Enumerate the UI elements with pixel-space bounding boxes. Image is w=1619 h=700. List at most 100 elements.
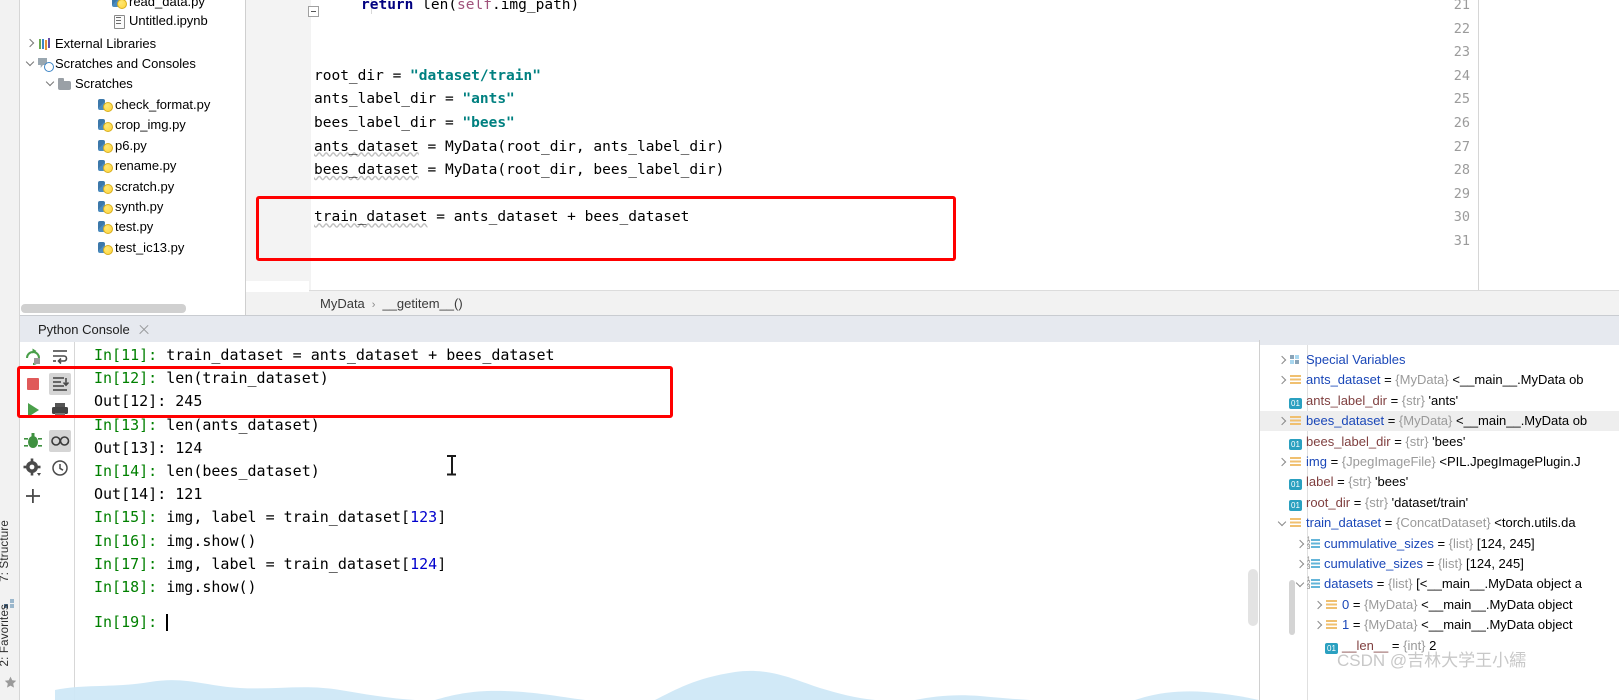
variable-row-ants-dataset[interactable]: ants_dataset = {MyData} <__main__.MyData… [1260, 370, 1619, 390]
variable-row-bees-label-dir[interactable]: 01 bees_label_dir = {str} 'bees' [1260, 432, 1619, 452]
line-number: 24 [1453, 67, 1470, 84]
code-line[interactable]: ants_dataset = MyData(root_dir, ants_lab… [314, 136, 724, 160]
console-line[interactable]: Out[14]: 121 [94, 483, 202, 506]
chevron-right-icon[interactable] [1312, 598, 1325, 611]
tree-item-untitled-ipynb[interactable]: Untitled.ipynb [100, 11, 208, 31]
code-line[interactable]: bees_dataset = MyData(root_dir, bees_lab… [314, 159, 724, 183]
scroll-to-end-icon[interactable] [49, 373, 71, 395]
console-line[interactable]: In[18]: img.show() [94, 576, 257, 599]
console-line[interactable]: In[17]: img, label = train_dataset[124] [94, 553, 446, 576]
tree-item-crop-img-py[interactable]: crop_img.py [86, 115, 186, 135]
chevron-right-icon[interactable] [1276, 455, 1289, 468]
project-tree-horizontal-scrollbar[interactable] [20, 303, 245, 314]
chevron-right-icon[interactable] [1276, 414, 1289, 427]
scrollbar-thumb[interactable] [21, 304, 186, 313]
variable-type: {str} [1405, 433, 1433, 449]
chevron-down-icon[interactable] [1276, 516, 1289, 529]
chevron-down-icon[interactable] [46, 78, 57, 89]
close-icon[interactable] [139, 325, 149, 335]
add-icon[interactable] [22, 485, 44, 507]
tree-item-scratches[interactable]: Scratches [46, 74, 133, 94]
tree-item-label: scratch.py [115, 179, 175, 194]
tree-item-label: rename.py [115, 158, 177, 173]
breadcrumb[interactable]: MyData › __getitem__() [320, 291, 463, 316]
tree-item-scratches-and-consoles[interactable]: Scratches and Consoles [26, 54, 196, 74]
print-icon[interactable] [49, 399, 71, 421]
code-line[interactable]: return len(self.img_path) [361, 0, 579, 18]
tree-item-scratch-py[interactable]: scratch.py [86, 177, 174, 197]
variable-type: {list} [1387, 576, 1417, 592]
primitive-icon: 01 [1289, 499, 1302, 511]
object-icon [1289, 414, 1302, 427]
console-code: 121 [175, 485, 203, 504]
settings-gear-icon[interactable] [22, 457, 44, 479]
variable-type: {str} [1364, 494, 1392, 510]
variable-row-label[interactable]: 01 label = {str} 'bees' [1260, 472, 1619, 492]
tree-item-p6-py[interactable]: p6.py [86, 136, 147, 156]
chevron-right-icon[interactable] [26, 38, 37, 49]
console-line[interactable]: In[15]: img, label = train_dataset[123] [94, 506, 446, 529]
code-line[interactable]: bees_label_dir = "bees" [314, 112, 515, 136]
console-output-text[interactable]: In[11]: train_dataset = ants_dataset + b… [75, 342, 1255, 700]
variable-row-0[interactable]: 0 = {MyData} <__main__.MyData object [1260, 595, 1619, 615]
project-tree-panel[interactable]: read_data.py Untitled.ipynb External Libra… [20, 0, 246, 315]
tree-item-test-ic13-py[interactable]: test_ic13.py [86, 238, 184, 258]
variables-scrollbar-thumb[interactable] [1289, 580, 1295, 635]
chevron-right-icon[interactable] [1276, 373, 1289, 386]
console-line[interactable]: Out[13]: 124 [94, 437, 202, 460]
editor-code-area[interactable]: return len(self.img_path) root_dir = "dat… [314, 0, 1478, 290]
tree-item-test-py[interactable]: test.py [86, 217, 153, 237]
soft-wrap-icon[interactable] [49, 345, 71, 367]
code-line[interactable]: train_dataset = ants_dataset + bees_data… [314, 206, 689, 230]
debug-icon[interactable] [22, 430, 44, 452]
code-line[interactable]: root_dir = "dataset/train" [314, 65, 541, 89]
tree-item-rename-py[interactable]: rename.py [86, 156, 176, 176]
console-line[interactable]: In[16]: img.show() [94, 530, 257, 553]
console-vertical-scrollbar-thumb[interactable] [1248, 569, 1258, 626]
console-line[interactable]: In[11]: train_dataset = ants_dataset + b… [94, 344, 555, 367]
chevron-right-icon[interactable] [1312, 618, 1325, 631]
variable-row-bees-dataset[interactable]: bees_dataset = {MyData} <__main__.MyData… [1260, 411, 1619, 432]
chevron-down-icon[interactable] [1294, 577, 1307, 590]
breadcrumb-crumb-class[interactable]: MyData [320, 296, 365, 311]
console-line[interactable]: Out[12]: 245 [94, 390, 202, 413]
command-history-clock-icon[interactable] [49, 457, 71, 479]
tree-item-check-format-py[interactable]: check_format.py [86, 95, 210, 115]
tab-python-console[interactable]: Python Console [29, 316, 158, 345]
chevron-right-icon[interactable] [1294, 557, 1307, 570]
code-line[interactable]: ants_label_dir = "ants" [314, 88, 515, 112]
chevron-right-icon[interactable] [1276, 353, 1289, 366]
editor-fold-column[interactable] [306, 0, 311, 290]
console-line[interactable]: In[14]: len(bees_dataset) [94, 460, 320, 483]
show-variables-glasses-icon[interactable] [49, 430, 71, 452]
console-line[interactable]: In[19]: [94, 611, 166, 634]
variable-row-ants-label-dir[interactable]: 01 ants_label_dir = {str} 'ants' [1260, 391, 1619, 411]
variable-type: {ConcatDataset} [1396, 515, 1495, 531]
run-icon[interactable] [22, 399, 44, 421]
console-line[interactable]: In[13]: len(ants_dataset) [94, 414, 320, 437]
variable-row-train-dataset[interactable]: train_dataset = {ConcatDataset} <torch.u… [1260, 513, 1619, 533]
variable-row-root-dir[interactable]: 01 root_dir = {str} 'dataset/train' [1260, 493, 1619, 513]
rail-button-structure[interactable]: 7: Structure [0, 520, 11, 582]
rail-button-favorites[interactable]: 2: Favorites [0, 604, 11, 666]
chevron-right-icon[interactable] [1294, 537, 1307, 550]
variable-row-1[interactable]: 1 = {MyData} <__main__.MyData object [1260, 615, 1619, 635]
variable-row-cummulative-sizes[interactable]: cummulative_sizes = {list} [124, 245] [1260, 534, 1619, 554]
variable-row-img[interactable]: img = {JpegImageFile} <PIL.JpegImagePlug… [1260, 452, 1619, 472]
variable-row-special-variables[interactable]: Special Variables [1260, 350, 1619, 370]
variable-name: ants_dataset [1306, 372, 1381, 388]
primitive-icon: 01 [1289, 438, 1302, 450]
code-editor[interactable]: return len(self.img_path) root_dir = "dat… [246, 0, 1478, 290]
console-line[interactable]: In[12]: len(train_dataset) [94, 367, 329, 390]
breadcrumb-crumb-method[interactable]: __getitem__() [382, 296, 462, 311]
stop-icon[interactable] [22, 373, 44, 395]
console-prompt: In[17]: [94, 554, 167, 573]
variable-row-cumulative-sizes[interactable]: cumulative_sizes = {list} [124, 245] [1260, 554, 1619, 574]
variable-row-datasets[interactable]: datasets = {list} [<__main__.MyData obje… [1260, 574, 1619, 594]
tree-item-synth-py[interactable]: synth.py [86, 197, 163, 217]
tree-item-external-libraries[interactable]: External Libraries [26, 34, 156, 54]
chevron-down-icon[interactable] [26, 58, 37, 69]
variable-name: label [1306, 474, 1334, 490]
rerun-icon[interactable] [22, 345, 44, 367]
